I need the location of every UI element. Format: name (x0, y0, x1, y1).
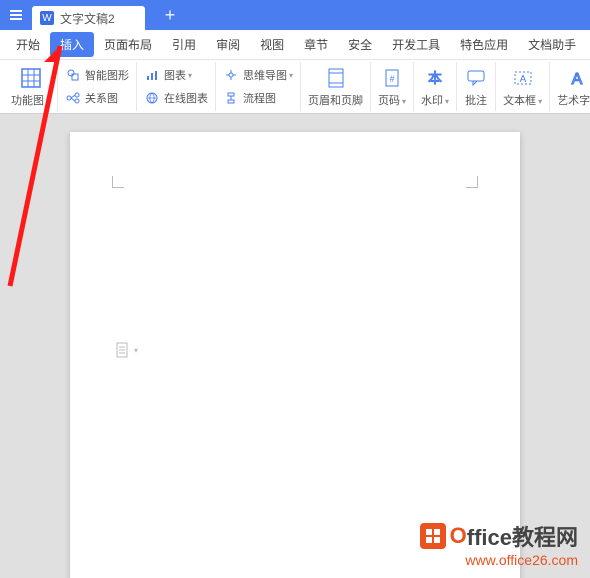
margin-corner-icon (466, 176, 478, 188)
online-chart-label: 在线图表 (164, 90, 208, 106)
textbox-label: 文本框 (503, 95, 536, 107)
svg-text:#: # (390, 74, 395, 84)
header-footer-button[interactable]: 页眉和页脚 (305, 65, 366, 109)
chevron-down-icon[interactable]: ▾ (134, 346, 138, 355)
new-tab-button[interactable]: + (165, 5, 176, 26)
menu-page-layout[interactable]: 页面布局 (94, 32, 162, 57)
menu-home[interactable]: 开始 (6, 32, 50, 57)
menu-security[interactable]: 安全 (338, 32, 382, 57)
menu-references[interactable]: 引用 (162, 32, 206, 57)
smart-shapes-label: 智能图形 (85, 67, 129, 83)
chevron-down-icon: ▾ (289, 71, 293, 80)
smart-shapes-button[interactable]: 智能图形 (62, 66, 132, 84)
page-number-label: 页码 (378, 95, 400, 107)
textbox-button[interactable]: A 文本框▾ (500, 65, 545, 109)
watermark-url: www.office26.com (420, 552, 578, 568)
comment-icon (464, 66, 488, 90)
menu-special[interactable]: 特色应用 (450, 32, 518, 57)
header-footer-label: 页眉和页脚 (308, 92, 363, 108)
flowchart-label: 流程图 (243, 90, 276, 106)
page-number-button[interactable]: # 页码▾ (375, 65, 409, 109)
bar-chart-icon (144, 67, 160, 83)
watermark-label: 水印 (421, 95, 443, 107)
header-footer-icon (324, 66, 348, 90)
watermark-brand-text: ffice教程网 (467, 520, 578, 552)
ribbon: 功能图▾ 智能图形 关系图 图表▾ 在线图表 思维导图▾ 流程图 (0, 60, 590, 114)
online-chart-button[interactable]: 在线图表 (141, 89, 211, 107)
relation-chart-label: 关系图 (85, 90, 118, 106)
chevron-down-icon: ▾ (445, 97, 449, 106)
comment-label: 批注 (465, 92, 487, 108)
menu-review[interactable]: 审阅 (206, 32, 250, 57)
online-chart-icon (144, 90, 160, 106)
watermark-brand-o: O (450, 523, 467, 549)
menubar: 开始 插入 页面布局 引用 审阅 视图 章节 安全 开发工具 特色应用 文档助手 (0, 30, 590, 60)
document-page[interactable]: ▾ (70, 132, 520, 578)
menu-doc-helper[interactable]: 文档助手 (518, 32, 586, 57)
comment-button[interactable]: 批注 (461, 65, 491, 109)
watermark-icon: 本 (423, 66, 447, 90)
chevron-down-icon: ▾ (538, 97, 542, 106)
flowchart-button[interactable]: 流程图 (220, 89, 296, 107)
page-options-icon[interactable] (116, 342, 130, 358)
flowchart-icon (223, 90, 239, 106)
menu-dev-tools[interactable]: 开发工具 (382, 32, 450, 57)
relation-chart-button[interactable]: 关系图 (62, 89, 132, 107)
chart-button[interactable]: 图表▾ (141, 66, 211, 84)
shapes-icon (65, 67, 81, 83)
svg-text:A: A (519, 74, 526, 85)
textbox-icon: A (511, 66, 535, 90)
relation-icon (65, 90, 81, 106)
chevron-down-icon: ▾ (402, 97, 406, 106)
workspace[interactable]: ▾ (0, 114, 590, 578)
mindmap-icon (223, 67, 239, 83)
wordart-button[interactable]: A 艺术字▾ (554, 65, 590, 109)
mindmap-button[interactable]: 思维导图▾ (220, 66, 296, 84)
menu-view[interactable]: 视图 (250, 32, 294, 57)
page-number-icon: # (380, 66, 404, 90)
watermark-logo: Office教程网 www.office26.com (420, 520, 578, 568)
doc-type-icon: W (40, 11, 54, 25)
doc-tab-label: 文字文稿2 (60, 10, 115, 27)
watermark-button[interactable]: 本 水印▾ (418, 65, 452, 109)
mindmap-label: 思维导图 (243, 67, 287, 83)
document-tab[interactable]: W 文字文稿2 (32, 6, 145, 30)
wordart-icon: A (565, 66, 589, 90)
chevron-down-icon: ▾ (46, 97, 50, 106)
menu-insert[interactable]: 插入 (50, 32, 94, 57)
titlebar: W 文字文稿2 + (0, 0, 590, 30)
margin-corner-icon (112, 176, 124, 188)
function-chart-button[interactable]: 功能图▾ (8, 65, 53, 109)
function-chart-label: 功能图 (11, 95, 44, 107)
chart-label: 图表 (164, 67, 186, 83)
svg-text:A: A (571, 71, 582, 88)
app-menu-icon[interactable] (8, 7, 24, 23)
chevron-down-icon: ▾ (188, 71, 192, 80)
office-logo-icon (420, 523, 446, 549)
svg-text:本: 本 (428, 70, 442, 86)
menu-sections[interactable]: 章节 (294, 32, 338, 57)
table-icon (19, 66, 43, 90)
wordart-label: 艺术字 (557, 95, 590, 107)
